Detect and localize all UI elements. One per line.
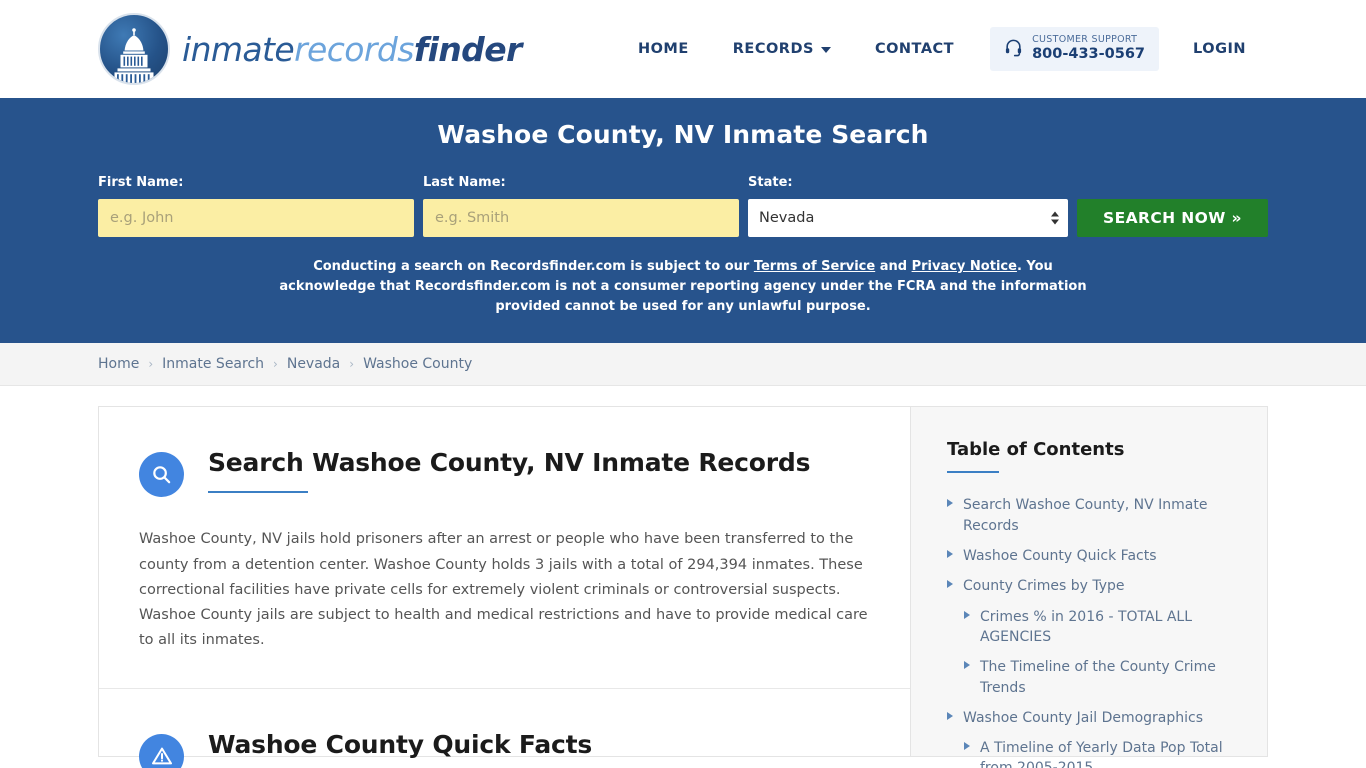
section-body-text: Washoe County, NV jails hold prisoners a…: [139, 531, 868, 649]
logo-word-inmate: inmate: [182, 29, 295, 69]
privacy-notice-link[interactable]: Privacy Notice: [912, 259, 1017, 274]
chevron-right-icon: [947, 580, 953, 589]
toc-item-label: The Timeline of the County Crime Trends: [980, 659, 1216, 696]
chevron-right-icon: [947, 499, 953, 508]
logo-word-records: records: [294, 29, 414, 69]
toc-item-jail-demographics[interactable]: Washoe County Jail Demographics: [947, 708, 1239, 728]
table-of-contents-sidebar: Table of Contents Search Washoe County, …: [910, 406, 1268, 768]
toc-item-quick-facts[interactable]: Washoe County Quick Facts: [947, 546, 1239, 566]
toc-item-label: County Crimes by Type: [963, 578, 1125, 595]
search-disclaimer: Conducting a search on Recordsfinder.com…: [263, 257, 1103, 317]
section-search-records: Search Washoe County, NV Inmate Records …: [99, 407, 910, 687]
main-content-card: Search Washoe County, NV Inmate Records …: [98, 406, 910, 768]
section-title-block: Washoe County Quick Facts: [208, 729, 870, 768]
customer-support-badge[interactable]: CUSTOMER SUPPORT 800-433-0567: [990, 27, 1160, 71]
site-header: inmaterecordsfinder HOME RECORDS CONTACT…: [0, 0, 1366, 98]
page-title: Washoe County, NV Inmate Search: [437, 120, 929, 149]
chevron-right-icon: [964, 661, 970, 670]
support-text-block: CUSTOMER SUPPORT 800-433-0567: [1032, 34, 1146, 63]
page-body: Search Washoe County, NV Inmate Records …: [0, 386, 1366, 768]
toc-item-label: Search Washoe County, NV Inmate Records: [963, 497, 1208, 534]
main-navigation: HOME RECORDS CONTACT CUSTOMER SUPPORT 80…: [616, 27, 1268, 71]
site-logo[interactable]: inmaterecordsfinder: [98, 13, 522, 85]
toc-item-crime-trends-timeline[interactable]: The Timeline of the County Crime Trends: [947, 657, 1239, 698]
search-now-button[interactable]: SEARCH NOW »: [1076, 199, 1269, 237]
toc-item-yearly-pop-total[interactable]: A Timeline of Yearly Data Pop Total from…: [947, 738, 1239, 768]
toc-item-search-records[interactable]: Search Washoe County, NV Inmate Records: [947, 495, 1239, 536]
last-name-field-group: Last Name:: [423, 175, 739, 237]
nav-item-home[interactable]: HOME: [616, 31, 711, 67]
logo-word-finder: finder: [413, 29, 522, 69]
disclaimer-part-1: Conducting a search on Recordsfinder.com…: [313, 259, 754, 274]
warning-triangle-icon: [139, 733, 184, 768]
toc-underline: [947, 471, 999, 474]
breadcrumb-separator-icon: ›: [273, 357, 278, 372]
chevron-right-icon: [964, 610, 970, 619]
section-title: Washoe County Quick Facts: [208, 729, 593, 759]
capitol-dome-icon: [98, 13, 170, 85]
section-underline: [208, 491, 308, 494]
breadcrumb-separator-icon: ›: [148, 357, 154, 372]
toc-item-label: A Timeline of Yearly Data Pop Total from…: [980, 740, 1223, 768]
disclaimer-part-2: and: [875, 259, 912, 274]
section-title: Search Washoe County, NV Inmate Records: [208, 448, 811, 478]
last-name-input[interactable]: [423, 199, 739, 237]
toc-item-label: Crimes % in 2016 - TOTAL ALL AGENCIES: [980, 608, 1193, 645]
chevron-down-icon: [820, 47, 831, 53]
breadcrumb-item-inmate-search[interactable]: Inmate Search: [162, 356, 264, 372]
toc-list: Search Washoe County, NV Inmate Records …: [947, 495, 1239, 768]
breadcrumb: Home › Inmate Search › Nevada › Washoe C…: [98, 356, 1268, 372]
first-name-field-group: First Name:: [98, 175, 414, 237]
last-name-label: Last Name:: [423, 175, 506, 190]
headset-icon: [1004, 38, 1023, 61]
state-select-wrapper: Nevada: [748, 199, 1068, 237]
toc-item-label: Washoe County Jail Demographics: [963, 709, 1204, 726]
inmate-search-form: First Name: Last Name: State: Nevada SEA…: [98, 175, 1269, 237]
support-phone-number: 800-433-0567: [1032, 46, 1146, 63]
chevron-right-icon: [947, 711, 953, 720]
toc-item-county-crimes-by-type[interactable]: County Crimes by Type: [947, 576, 1239, 596]
breadcrumb-item-home[interactable]: Home: [98, 356, 139, 372]
first-name-label: First Name:: [98, 175, 184, 190]
breadcrumb-bar: Home › Inmate Search › Nevada › Washoe C…: [0, 343, 1366, 387]
support-label: CUSTOMER SUPPORT: [1032, 34, 1138, 46]
first-name-input[interactable]: [98, 199, 414, 237]
terms-of-service-link[interactable]: Terms of Service: [754, 259, 875, 274]
section-header: Washoe County Quick Facts: [139, 729, 870, 768]
breadcrumb-item-current: Washoe County: [363, 356, 473, 373]
search-icon: [139, 452, 184, 498]
breadcrumb-item-nevada[interactable]: Nevada: [287, 356, 340, 372]
toc-item-crimes-percent-2016[interactable]: Crimes % in 2016 - TOTAL ALL AGENCIES: [947, 607, 1239, 648]
state-field-group: State: Nevada: [748, 175, 1068, 237]
logo-wordmark: inmaterecordsfinder: [182, 33, 522, 66]
chevron-right-icon: [947, 550, 953, 559]
nav-item-contact[interactable]: CONTACT: [853, 31, 976, 67]
hero-search-panel: Washoe County, NV Inmate Search First Na…: [0, 98, 1366, 344]
nav-item-records[interactable]: RECORDS: [711, 31, 853, 67]
toc-item-label: Washoe County Quick Facts: [963, 548, 1157, 565]
nav-item-records-label: RECORDS: [732, 41, 814, 57]
chevron-right-icon: [964, 742, 970, 751]
state-label: State:: [748, 175, 793, 190]
section-title-block: Search Washoe County, NV Inmate Records: [208, 448, 870, 494]
toc-title: Table of Contents: [947, 439, 1125, 461]
section-quick-facts: Washoe County Quick Facts: [99, 687, 910, 768]
section-header: Search Washoe County, NV Inmate Records: [139, 448, 870, 498]
breadcrumb-separator-icon: ›: [349, 357, 355, 372]
nav-item-login[interactable]: LOGIN: [1171, 31, 1268, 67]
state-select[interactable]: Nevada: [748, 199, 1068, 237]
